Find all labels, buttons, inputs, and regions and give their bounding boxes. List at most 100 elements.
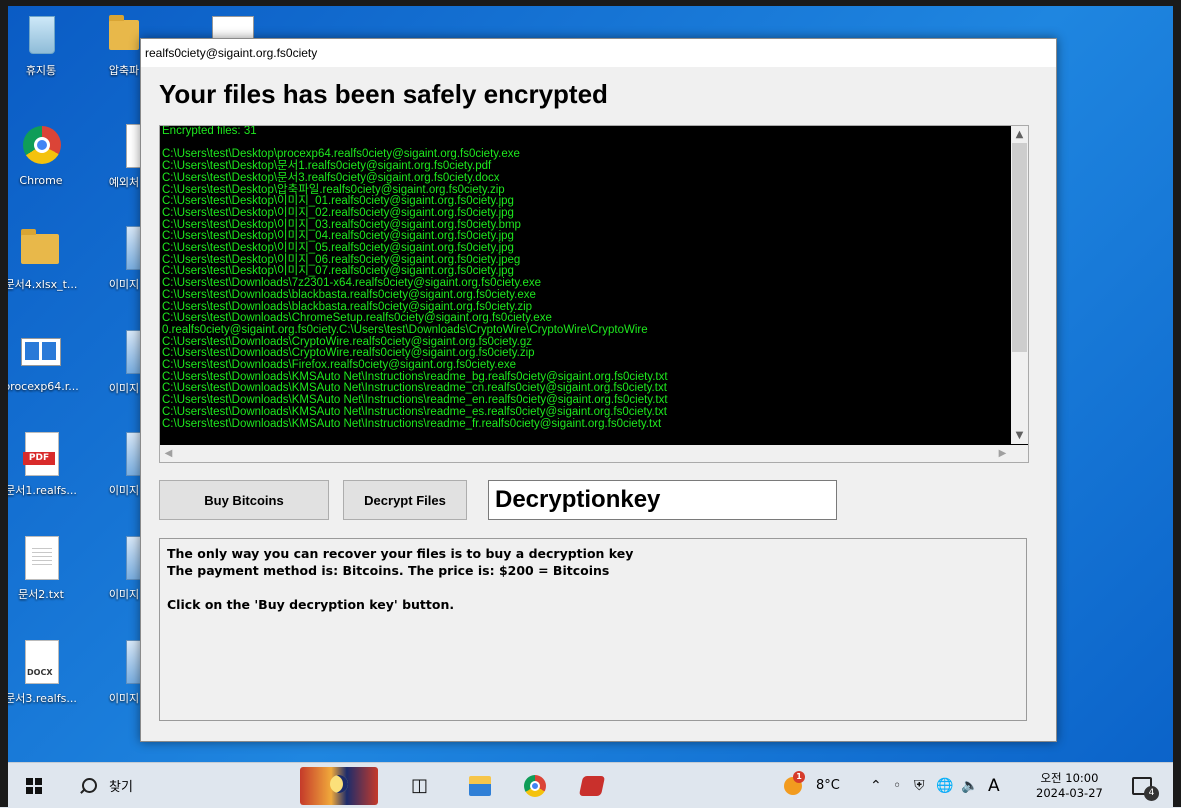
image-file-icon xyxy=(104,330,144,376)
zip-folder-icon xyxy=(109,12,139,58)
desktop-icon-label: 이미지 xyxy=(108,692,140,705)
clock[interactable]: 오전 10:00 2024-03-27 xyxy=(1036,763,1103,808)
desktop-icon-label: 이미지 xyxy=(108,588,140,601)
security-shield-icon: ⛨ xyxy=(914,777,925,794)
search-box[interactable]: 찾기 xyxy=(82,763,133,808)
vertical-scrollbar[interactable]: ▲ ▼ xyxy=(1011,126,1028,444)
image-file-icon xyxy=(104,432,144,478)
network-globe-icon: 🌐 xyxy=(936,777,954,794)
taskbar: 찾기 ◫ 1 8°C ⌃ ◦ ⛨ 🌐 🔈 A 오전 10:00 2024-03-… xyxy=(0,762,1181,808)
text-file-icon xyxy=(104,124,144,170)
widget-image-icon xyxy=(300,766,378,805)
weather-sun-icon: 1 xyxy=(784,770,805,795)
desktop-icon-label: 이미지 xyxy=(108,382,140,395)
desktop-icon-exception[interactable]: 예외처 xyxy=(104,124,144,190)
desktop-icon-image[interactable]: 이미지 xyxy=(104,640,144,706)
image-file-icon[interactable] xyxy=(212,16,254,39)
instruction-line: Click on the 'Buy decryption key' button… xyxy=(167,597,455,612)
desktop-icon-label: 이미지 xyxy=(108,484,140,497)
instruction-line xyxy=(167,579,1019,596)
instruction-line: The payment method is: Bitcoins. The pri… xyxy=(167,563,610,578)
weather-temperature: 8°C xyxy=(816,778,840,793)
ransom-window: realfs0ciety@sigaint.org.fs0ciety Your f… xyxy=(140,38,1057,742)
input-language: A xyxy=(988,775,1000,796)
desktop-icon-label: 압축파 xyxy=(108,64,140,77)
desktop-icon-chrome[interactable]: Chrome xyxy=(0,124,82,187)
start-button[interactable] xyxy=(26,763,42,808)
encrypted-files-log[interactable]: Encrypted files: 31 C:\Users\test\Deskto… xyxy=(159,125,1029,463)
horizontal-scrollbar[interactable]: ◀ ▶ xyxy=(160,445,1011,462)
taskbar-app[interactable] xyxy=(578,763,606,808)
scroll-left-icon[interactable]: ◀ xyxy=(160,445,177,462)
log-line: 0.realfs0ciety@sigaint.org.fs0ciety.C:\U… xyxy=(162,323,648,336)
tray-overflow-button[interactable]: ⌃ xyxy=(870,763,882,808)
ransom-instructions: The only way you can recover your files … xyxy=(159,538,1027,721)
recycle-bin-icon xyxy=(21,12,61,58)
task-view-icon: ◫ xyxy=(411,775,429,796)
desktop-icon-image[interactable]: 이미지 xyxy=(104,536,144,602)
input-language-indicator[interactable]: A xyxy=(988,763,1000,808)
desktop-icon-label: 문서2.txt xyxy=(18,588,64,601)
log-line: C:\Users\test\Downloads\KMSAuto Net\Inst… xyxy=(162,405,667,418)
folder-icon xyxy=(21,226,61,272)
decryption-key-input[interactable]: Decryptionkey xyxy=(488,480,837,520)
log-line: C:\Users\test\Desktop\이미지_05.realfs0ciet… xyxy=(162,242,514,255)
decrypt-files-button[interactable]: Decrypt Files xyxy=(343,480,467,520)
desktop-icon-image[interactable]: 이미지 xyxy=(104,226,144,292)
desktop-icon-recycle-bin[interactable]: 휴지통 xyxy=(0,12,82,78)
desktop-icon-label: 문서3.realfs... xyxy=(5,692,77,705)
desktop-icon-label: 예외처 xyxy=(108,176,140,189)
taskbar-chrome[interactable] xyxy=(524,763,546,808)
desktop-icon-label: 문서1.realfs... xyxy=(5,484,77,497)
file-explorer-icon xyxy=(469,775,491,796)
app-icon xyxy=(578,775,606,796)
weather-badge: 1 xyxy=(793,770,805,783)
weather-widget[interactable]: 1 8°C xyxy=(784,763,840,808)
image-file-icon xyxy=(104,536,144,582)
desktop-icon-zip[interactable]: 압축파 xyxy=(104,12,144,78)
task-view-button[interactable]: ◫ xyxy=(411,763,428,808)
tray-icon-network[interactable]: 🌐 xyxy=(936,763,953,808)
desktop-icon-label: procexp64.r... xyxy=(3,380,79,393)
desktop-icon-doc4[interactable]: 문서4.xlsx_t... xyxy=(0,226,82,292)
desktop-icon-label: 문서4.xlsx_t... xyxy=(4,278,78,291)
desktop-icon-doc1[interactable]: PDF 문서1.realfs... xyxy=(0,432,82,498)
scrollbar-corner xyxy=(1011,445,1028,462)
tray-icon-security[interactable]: ⛨ xyxy=(914,763,925,808)
scroll-down-icon[interactable]: ▼ xyxy=(1011,427,1028,444)
notification-icon: 4 xyxy=(1132,776,1159,801)
tray-icon-volume[interactable]: 🔈 xyxy=(961,763,978,808)
desktop-icon-procexp[interactable]: procexp64.r... xyxy=(0,330,82,393)
widget-button[interactable] xyxy=(300,763,378,808)
taskbar-file-explorer[interactable] xyxy=(469,763,491,808)
chevron-up-icon: ⌃ xyxy=(870,777,882,794)
instruction-line: The only way you can recover your files … xyxy=(167,546,634,561)
notification-count: 4 xyxy=(1144,785,1159,801)
text-file-icon xyxy=(21,536,61,582)
window-title[interactable]: realfs0ciety@sigaint.org.fs0ciety xyxy=(141,39,1056,67)
search-label: 찾기 xyxy=(109,780,133,795)
desktop-icon-label: 이미지 xyxy=(108,278,140,291)
scroll-right-icon[interactable]: ▶ xyxy=(994,445,1011,462)
clock-time: 오전 10:00 xyxy=(1040,770,1099,785)
image-file-icon xyxy=(104,640,144,686)
desktop-icon-doc2[interactable]: 문서2.txt xyxy=(0,536,82,602)
chrome-icon xyxy=(524,774,546,797)
pdf-icon: PDF xyxy=(21,432,61,478)
desktop-icon-image[interactable]: 이미지 xyxy=(104,432,144,498)
tray-icon-meet[interactable]: ◦ xyxy=(893,763,901,808)
chrome-icon xyxy=(21,124,61,170)
notification-center-button[interactable]: 4 xyxy=(1132,763,1159,808)
scroll-up-icon[interactable]: ▲ xyxy=(1011,126,1028,143)
windows-logo-icon xyxy=(26,777,42,794)
desktop-icon-doc3[interactable]: DOCX 문서3.realfs... xyxy=(0,640,82,706)
log-line: C:\Users\test\Desktop\이미지_02.realfs0ciet… xyxy=(162,206,514,219)
buy-bitcoins-button[interactable]: Buy Bitcoins xyxy=(159,480,329,520)
log-line: C:\Users\test\Desktop\문서3.realfs0ciety@s… xyxy=(162,171,500,184)
docx-icon: DOCX xyxy=(21,640,61,686)
log-line: Encrypted files: 31 xyxy=(162,126,257,137)
image-file-icon xyxy=(104,226,144,272)
desktop-icon-image[interactable]: 이미지 xyxy=(104,330,144,396)
scrollbar-thumb[interactable] xyxy=(1012,143,1027,352)
volume-icon: 🔈 xyxy=(961,777,979,794)
